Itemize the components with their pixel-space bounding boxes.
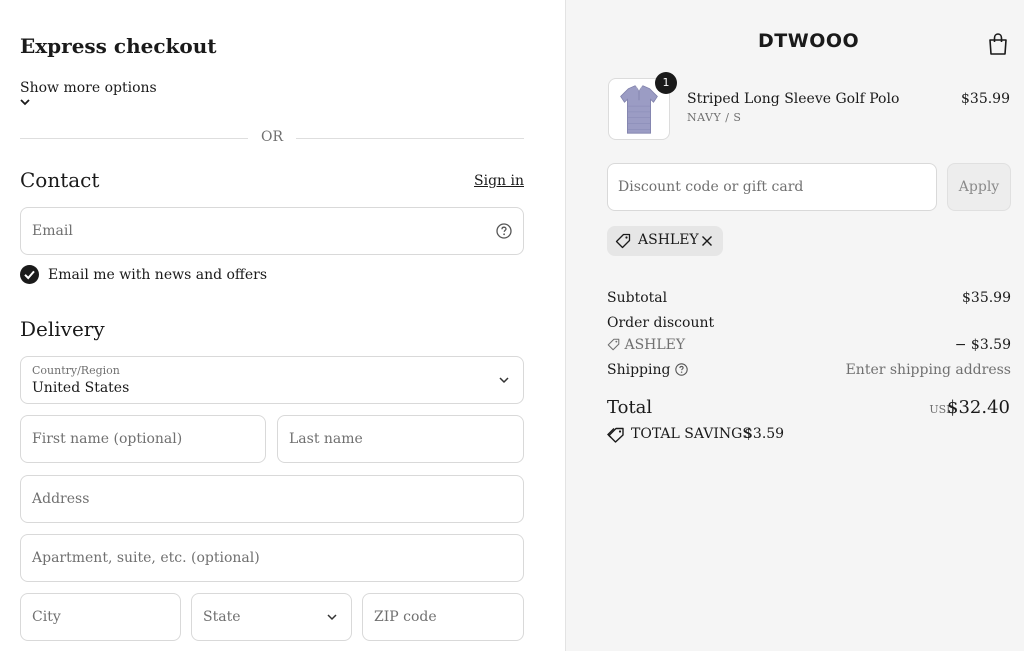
apply-button[interactable]: Apply — [947, 163, 1011, 211]
total-savings-value: $3.59 — [744, 426, 785, 442]
state-select[interactable]: State — [191, 593, 352, 641]
chevron-down-icon — [327, 614, 337, 621]
country-label: Country/Region — [32, 364, 120, 377]
email-placeholder: Email — [32, 223, 73, 239]
applied-code-text: ASHLEY — [638, 232, 699, 248]
chevron-down-icon — [499, 377, 509, 384]
subtotal-value: $35.99 — [962, 290, 1011, 306]
first-name-placeholder: First name (optional) — [32, 431, 183, 447]
shipping-row: Shipping Enter shipping address — [607, 362, 1011, 380]
shipping-value: Enter shipping address — [845, 362, 1011, 378]
newsletter-label: Email me with news and offers — [48, 267, 268, 283]
discount-code-label: ASHLEY — [624, 337, 686, 353]
checkout-form-panel: Express checkout Show more options OR Co… — [0, 0, 565, 651]
country-value: United States — [32, 380, 130, 396]
discount-value: − $3.59 — [954, 337, 1011, 353]
or-divider: OR — [20, 128, 524, 148]
subtotal-label: Subtotal — [607, 290, 668, 306]
product-name: Striped Long Sleeve Golf Polo — [687, 91, 900, 107]
tag-icon — [615, 233, 631, 249]
first-name-field[interactable]: First name (optional) — [20, 415, 266, 463]
total-value: $32.40 — [947, 397, 1010, 418]
sign-in-link[interactable]: Sign in — [474, 173, 524, 189]
order-discount-row: Order discount — [607, 315, 1011, 333]
zip-placeholder: ZIP code — [374, 609, 437, 625]
apartment-placeholder: Apartment, suite, etc. (optional) — [32, 550, 260, 566]
savings-tag-icon — [607, 427, 624, 443]
checkmark-icon — [24, 270, 35, 280]
state-placeholder: State — [203, 609, 241, 625]
or-text: OR — [260, 129, 284, 145]
close-icon[interactable] — [701, 235, 713, 247]
last-name-placeholder: Last name — [289, 431, 363, 447]
store-logo[interactable]: DTWOOO — [758, 30, 859, 52]
discount-detail-row: ASHLEY − $3.59 — [607, 337, 1011, 355]
discount-placeholder: Discount code or gift card — [618, 179, 804, 195]
apartment-field[interactable]: Apartment, suite, etc. (optional) — [20, 534, 524, 582]
shipping-label: Shipping — [607, 362, 671, 378]
address-placeholder: Address — [32, 491, 90, 507]
product-variant: NAVY / S — [687, 111, 742, 124]
subtotal-row: Subtotal $35.99 — [607, 290, 1011, 308]
applied-discount-tag: ASHLEY — [607, 226, 723, 256]
shopping-bag-icon[interactable] — [987, 32, 1009, 56]
order-discount-label: Order discount — [607, 315, 715, 331]
newsletter-checkbox[interactable] — [20, 265, 39, 284]
quantity-badge: 1 — [655, 72, 677, 94]
discount-code-input[interactable]: Discount code or gift card — [607, 163, 937, 211]
help-icon[interactable] — [496, 223, 512, 239]
total-savings-label: TOTAL SAVINGS — [631, 426, 752, 442]
show-more-options-link[interactable]: Show more options — [20, 80, 157, 96]
address-field[interactable]: Address — [20, 475, 524, 523]
chevron-down-icon[interactable] — [19, 97, 31, 107]
city-field[interactable]: City — [20, 593, 181, 641]
order-summary-panel: DTWOOO 1 Striped Long Sleeve Golf Polo N… — [565, 0, 1024, 651]
city-placeholder: City — [32, 609, 61, 625]
help-icon[interactable] — [675, 363, 688, 376]
last-name-field[interactable]: Last name — [277, 415, 524, 463]
delivery-heading: Delivery — [20, 317, 105, 341]
tag-icon — [607, 338, 620, 351]
express-checkout-heading: Express checkout — [20, 34, 217, 58]
total-label: Total — [607, 397, 653, 418]
product-price: $35.99 — [961, 91, 1010, 107]
email-field[interactable]: Email — [20, 207, 524, 255]
contact-heading: Contact — [20, 168, 100, 192]
zip-field[interactable]: ZIP code — [362, 593, 524, 641]
country-select[interactable]: Country/Region United States — [20, 356, 524, 404]
